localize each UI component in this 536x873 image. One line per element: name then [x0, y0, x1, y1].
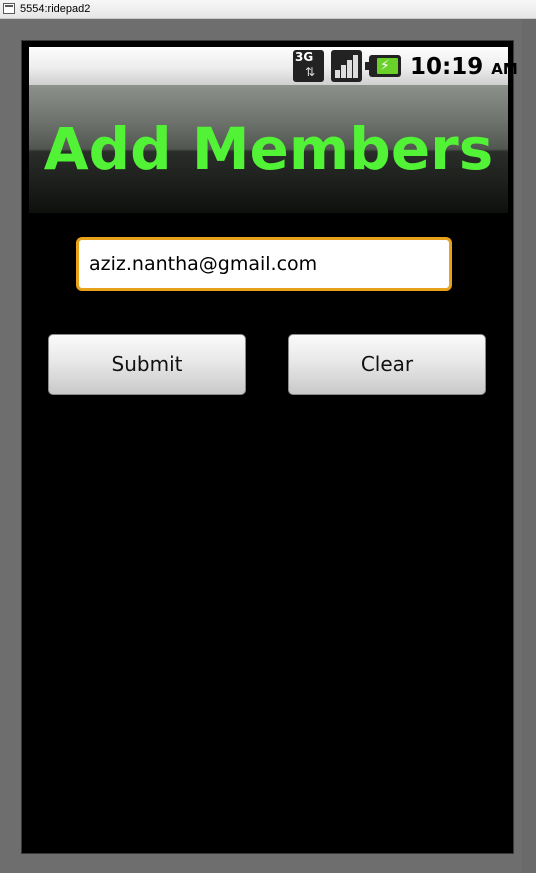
- signal-strength-icon: [331, 50, 362, 82]
- signal-bar-2: [341, 65, 346, 78]
- battery-terminal: [365, 62, 370, 70]
- clock-time: 10:19: [410, 54, 484, 80]
- signal-bar-1: [335, 70, 340, 78]
- signal-bar-4: [353, 55, 358, 78]
- clock-ampm: AM: [491, 60, 518, 78]
- app-header: Add Members: [29, 85, 508, 213]
- submit-button[interactable]: Submit: [48, 334, 246, 395]
- email-field[interactable]: [76, 237, 452, 291]
- window-frame-edge: [522, 19, 536, 873]
- window-title: 5554:ridepad2: [20, 3, 91, 15]
- status-clock: 10:19 AM: [410, 53, 518, 83]
- data-activity-icon: ⇅: [305, 65, 316, 79]
- emulator-screen: 3G ⇅ ⚡ 10:19 AM Add Members Submit Clear: [21, 40, 518, 854]
- window-app-icon: [3, 3, 15, 14]
- page-title: Add Members: [43, 115, 494, 183]
- clear-button[interactable]: Clear: [288, 334, 486, 395]
- signal-bar-3: [347, 60, 352, 78]
- network-type-label: 3G: [295, 50, 314, 64]
- battery-charging-icon: ⚡: [365, 55, 401, 77]
- charging-bolt-icon: ⚡: [380, 58, 390, 74]
- network-3g-icon: 3G ⇅: [293, 50, 324, 82]
- status-bar: 3G ⇅ ⚡ 10:19 AM: [29, 47, 518, 85]
- window-titlebar: 5554:ridepad2: [0, 0, 536, 19]
